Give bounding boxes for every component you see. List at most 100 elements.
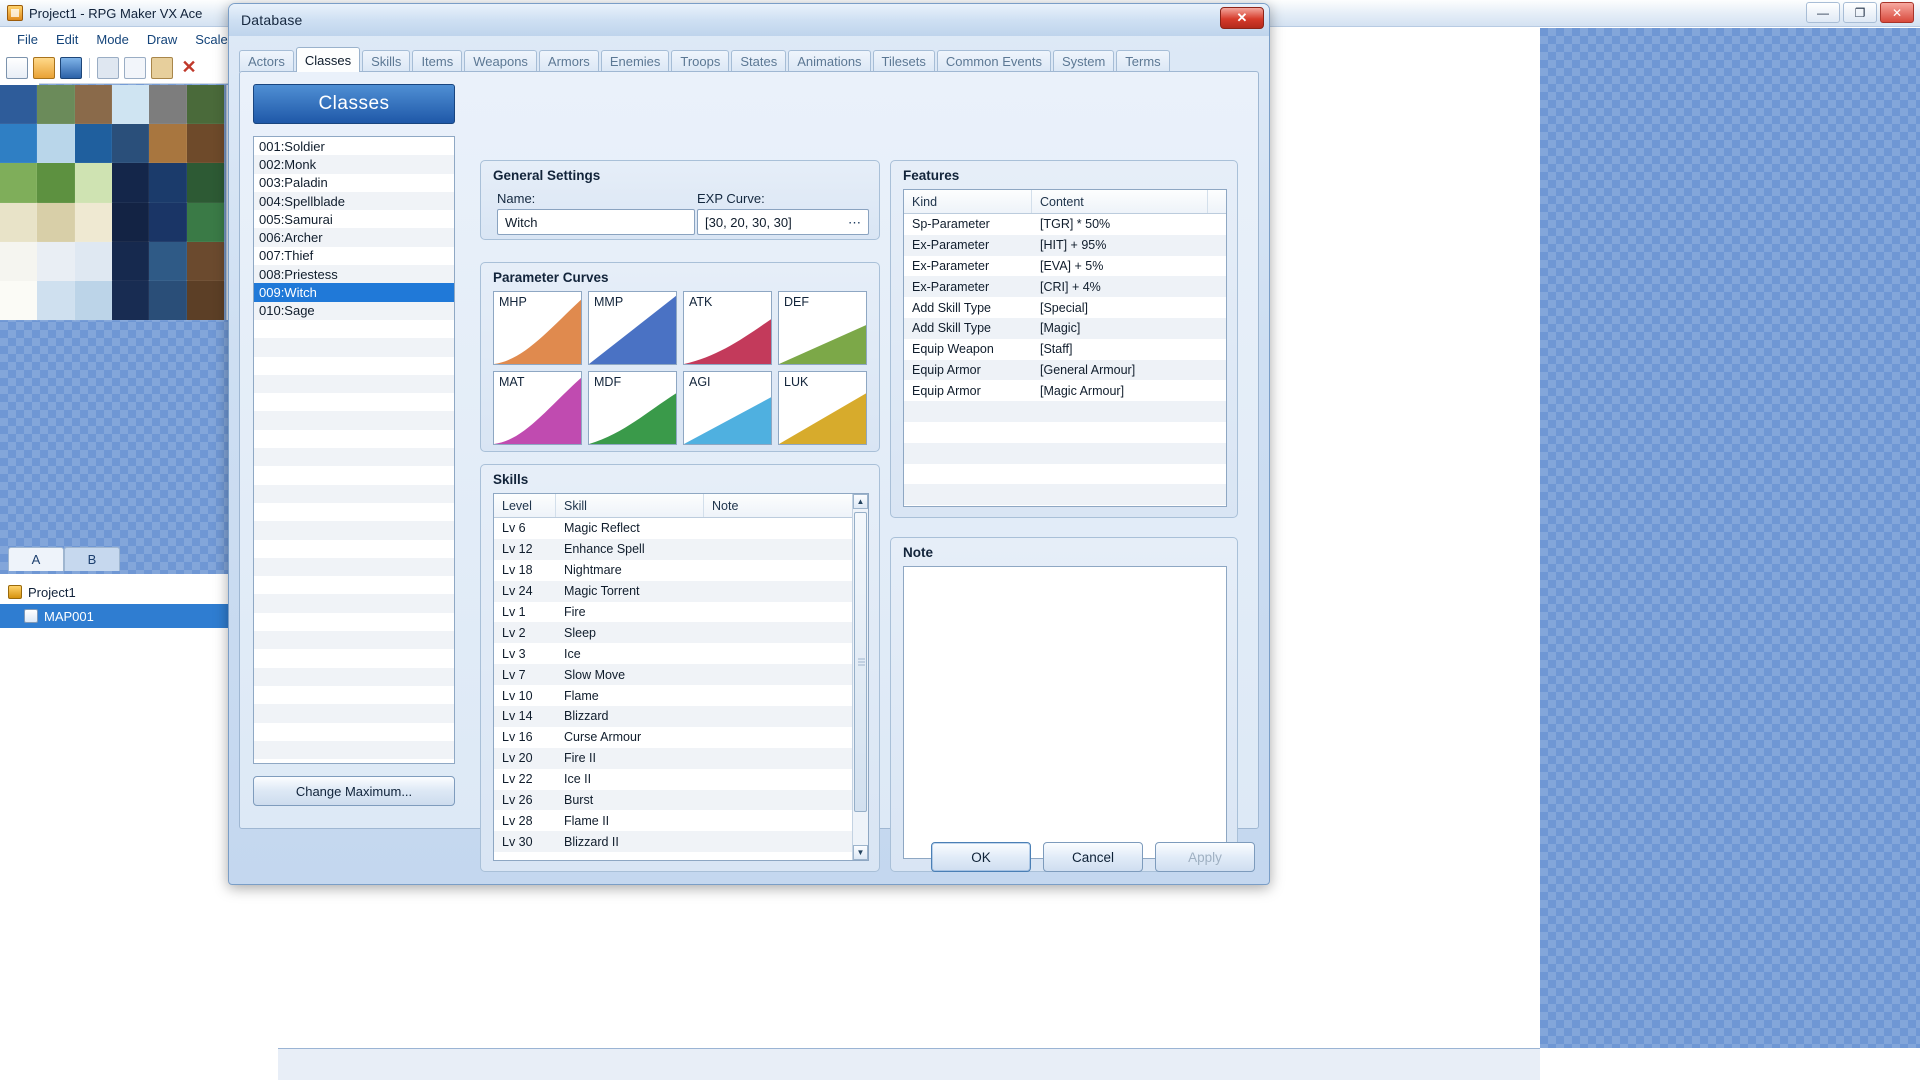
table-row[interactable]: Lv 7 Slow Move	[494, 664, 868, 686]
note-textarea[interactable]	[903, 566, 1227, 859]
class-list-item[interactable]: 007:Thief	[254, 247, 454, 265]
class-list-item-empty[interactable]	[254, 357, 454, 375]
table-row[interactable]: Ex-Parameter [HIT] + 95%	[904, 234, 1226, 256]
table-row[interactable]: Lv 26 Burst	[494, 789, 868, 811]
tile-cell[interactable]	[110, 162, 151, 204]
tab-weapons[interactable]: Weapons	[464, 50, 537, 72]
features-table[interactable]: Kind Content Sp-Parameter [TGR] * 50% Ex…	[903, 189, 1227, 507]
menu-item-edit[interactable]: Edit	[47, 30, 87, 49]
class-list-item-empty[interactable]	[254, 484, 454, 503]
class-list-item-empty[interactable]	[254, 613, 454, 631]
class-list-item[interactable]: 005:Samurai	[254, 210, 454, 228]
class-list-item[interactable]: 003:Paladin	[254, 174, 454, 192]
class-list-item-empty[interactable]	[254, 667, 454, 686]
layer-tab-a[interactable]: A	[8, 547, 64, 571]
tile-cell[interactable]	[148, 240, 188, 282]
class-list-item-empty[interactable]	[254, 704, 454, 723]
table-row[interactable]: Lv 16 Curse Armour	[494, 727, 868, 748]
curve-agi[interactable]: AGI	[683, 371, 772, 445]
tile-cell[interactable]	[0, 279, 39, 322]
class-list-item-empty[interactable]	[254, 631, 454, 650]
curve-mat[interactable]: MAT	[493, 371, 582, 445]
class-list-item-empty[interactable]	[254, 576, 454, 594]
tab-tilesets[interactable]: Tilesets	[872, 50, 935, 72]
tile-cell[interactable]	[110, 279, 151, 322]
tile-cell[interactable]	[73, 123, 113, 165]
tile-cell[interactable]	[0, 240, 39, 282]
table-row[interactable]: Equip Weapon [Staff]	[904, 339, 1226, 360]
curve-luk[interactable]: LUK	[778, 371, 867, 445]
table-row[interactable]: Lv 24 Magic Torrent	[494, 580, 868, 602]
classes-listbox[interactable]: 001:Soldier 002:Monk 003:Paladin 004:Spe…	[253, 136, 455, 764]
class-list-item-empty[interactable]	[254, 740, 454, 760]
tab-troops[interactable]: Troops	[671, 50, 730, 72]
curve-mmp[interactable]: MMP	[588, 291, 677, 365]
tab-enemies[interactable]: Enemies	[600, 50, 670, 72]
scroll-up-icon[interactable]: ▲	[853, 494, 868, 509]
class-list-item-empty[interactable]	[254, 503, 454, 521]
curve-atk[interactable]: ATK	[683, 291, 772, 365]
class-list-item-empty[interactable]	[254, 374, 454, 394]
tile-cell[interactable]	[148, 83, 188, 126]
class-list-item-empty[interactable]	[254, 521, 454, 540]
tree-item-project[interactable]: Project1	[0, 580, 250, 604]
layer-tab-b[interactable]: B	[64, 547, 120, 571]
tile-cell[interactable]	[148, 123, 188, 165]
class-list-item-empty[interactable]	[254, 320, 454, 338]
tab-actors[interactable]: Actors	[239, 50, 294, 72]
copy-icon[interactable]	[124, 56, 146, 79]
class-list-item-empty[interactable]	[254, 723, 454, 741]
scrollbar-thumb[interactable]	[854, 512, 867, 812]
new-project-icon[interactable]	[6, 56, 28, 79]
class-list-item-empty[interactable]	[254, 430, 454, 448]
table-row[interactable]: Lv 10 Flame	[494, 685, 868, 706]
class-list-item-empty[interactable]	[254, 448, 454, 467]
dialog-close-button[interactable]: ✕	[1220, 7, 1264, 29]
tile-cell[interactable]	[110, 240, 151, 282]
maximize-button[interactable]: ❐	[1843, 2, 1877, 23]
tile-cell[interactable]	[73, 201, 113, 243]
change-maximum-button[interactable]: Change Maximum...	[253, 776, 455, 806]
curve-mhp[interactable]: MHP	[493, 291, 582, 365]
tile-cell[interactable]	[36, 83, 76, 126]
tab-common-events[interactable]: Common Events	[936, 50, 1051, 72]
table-row[interactable]: Lv 28 Flame II	[494, 810, 868, 831]
class-list-item-empty[interactable]	[254, 557, 454, 577]
class-list-item-empty[interactable]	[254, 466, 454, 484]
delete-icon[interactable]: ✕	[178, 57, 200, 79]
tab-states[interactable]: States	[731, 50, 787, 72]
table-row-empty[interactable]	[904, 464, 1226, 485]
class-list-item-empty[interactable]	[254, 686, 454, 704]
table-row[interactable]: Equip Armor [General Armour]	[904, 359, 1226, 381]
table-row[interactable]: Lv 1 Fire	[494, 602, 868, 623]
tab-classes[interactable]: Classes	[295, 47, 361, 72]
exp-curve-browse-button[interactable]: ⋯	[846, 214, 864, 233]
close-button[interactable]: ✕	[1880, 2, 1914, 23]
table-row[interactable]: Sp-Parameter [TGR] * 50%	[904, 214, 1226, 235]
map-canvas-right[interactable]	[1540, 28, 1920, 1048]
table-row[interactable]: Lv 3 Ice	[494, 643, 868, 664]
class-list-item[interactable]: 004:Spellblade	[254, 191, 454, 211]
tile-cell[interactable]	[73, 279, 113, 322]
table-row-empty[interactable]	[904, 505, 1226, 506]
table-row[interactable]: Lv 2 Sleep	[494, 622, 868, 644]
tab-skills[interactable]: Skills	[362, 50, 411, 72]
cancel-button[interactable]: Cancel	[1043, 842, 1143, 872]
save-project-icon[interactable]	[60, 56, 82, 79]
tile-cell[interactable]	[148, 279, 188, 322]
tile-cell[interactable]	[73, 162, 113, 204]
tile-cell[interactable]	[36, 162, 76, 204]
class-list-item-empty[interactable]	[254, 649, 454, 667]
class-list-item-empty[interactable]	[254, 594, 454, 613]
table-row[interactable]: Lv 12 Enhance Spell	[494, 538, 868, 560]
tile-cell[interactable]	[185, 279, 225, 322]
tab-items[interactable]: Items	[412, 50, 463, 72]
tile-cell[interactable]	[148, 201, 188, 243]
table-row[interactable]: Lv 6 Magic Reflect	[494, 518, 868, 539]
cut-icon[interactable]	[97, 56, 119, 79]
table-row[interactable]: Add Skill Type [Magic]	[904, 317, 1226, 339]
paste-icon[interactable]	[151, 56, 173, 79]
tile-cell[interactable]	[36, 240, 76, 282]
tile-cell[interactable]	[185, 240, 225, 282]
table-row-empty[interactable]	[904, 422, 1226, 443]
